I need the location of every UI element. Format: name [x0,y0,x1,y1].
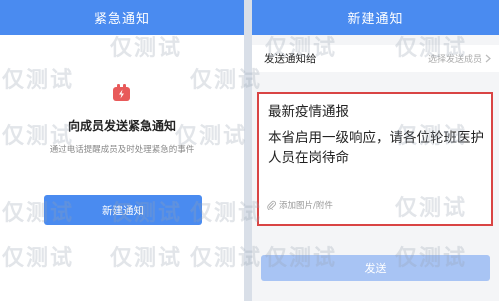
alarm-icon [113,84,130,101]
section-description: 通过电话提醒成员及时处理紧急的事件 [49,145,195,155]
notice-editor[interactable]: 最新疫情通报 本省启用一级响应，请各位轮班医护人员在岗待命 添加图片/附件 [257,92,493,226]
recipient-row[interactable]: 发送通知给 选择发送成员 [252,45,499,72]
title-bar: 紧急通知 [0,0,244,35]
page-title: 新建通知 [347,12,404,27]
section-heading: 向成员发送紧急通知 [67,119,176,133]
add-attachment-label: 添加图片/附件 [279,201,333,211]
page-title: 紧急通知 [93,12,150,27]
chevron-right-icon [485,54,491,63]
new-notice-button[interactable]: 新建通知 [44,195,202,225]
notice-title-input[interactable]: 最新疫情通报 [268,100,349,120]
select-members-text: 选择发送成员 [427,55,482,65]
send-to-label: 发送通知给 [264,53,317,65]
divider [244,0,252,301]
new-notice-screen: 新建通知 发送通知给 选择发送成员 最新疫情通报 本省启用一级响应，请各位轮班医… [252,0,499,301]
paperclip-icon [267,200,276,210]
select-members-link[interactable]: 选择发送成员 [428,52,491,65]
notice-body-input[interactable]: 本省启用一级响应，请各位轮班医护人员在岗待命 [268,128,488,168]
add-attachment-button[interactable]: 添加图片/附件 [267,199,333,211]
send-button[interactable]: 发送 [261,255,490,281]
title-bar: 新建通知 [252,0,499,35]
emergency-notice-screen: 紧急通知 向成员发送紧急通知 通过电话提醒成员及时处理紧急的事件 新建通知 [0,0,244,301]
